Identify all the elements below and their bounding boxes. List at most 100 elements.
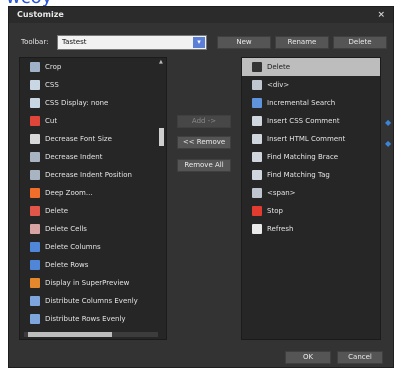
- command-label: Delete: [267, 63, 290, 71]
- command-label: Decrease Indent Position: [45, 171, 132, 179]
- move-down-icon[interactable]: ◆: [385, 139, 391, 148]
- command-label: Cut: [45, 117, 58, 125]
- command-label: <span>: [267, 189, 296, 197]
- command-label: Delete: [45, 207, 68, 215]
- close-icon[interactable]: ×: [377, 7, 385, 23]
- command-label: CSS Display: none: [45, 99, 109, 107]
- command-label: Insert CSS Comment: [267, 117, 340, 125]
- new-toolbar-button[interactable]: New: [217, 36, 271, 49]
- available-command-item[interactable]: Crop: [20, 58, 166, 76]
- indent-position-icon: [30, 170, 40, 180]
- remove-button[interactable]: << Remove: [177, 136, 231, 149]
- command-label: Delete Rows: [45, 261, 89, 269]
- available-command-item[interactable]: Decrease Indent: [20, 148, 166, 166]
- command-label: Refresh: [267, 225, 294, 233]
- available-command-item[interactable]: CSS Display: none: [20, 94, 166, 112]
- refresh-icon: [252, 224, 262, 234]
- available-command-item[interactable]: Deep Zoom...: [20, 184, 166, 202]
- dialog-titlebar: Customize ×: [9, 7, 393, 23]
- vscroll-thumb[interactable]: [159, 128, 164, 146]
- toolbar-command-item[interactable]: Stop: [242, 202, 380, 220]
- command-label: CSS: [45, 81, 59, 89]
- command-label: Find Matching Tag: [267, 171, 330, 179]
- tag-icon: [252, 170, 262, 180]
- toolbar-command-item[interactable]: Insert HTML Comment: [242, 130, 380, 148]
- css-icon: [30, 80, 40, 90]
- css-display-icon: [30, 98, 40, 108]
- search-icon: [252, 98, 262, 108]
- outdent-icon: [30, 152, 40, 162]
- command-label: Delete Columns: [45, 243, 101, 251]
- cancel-button[interactable]: Cancel: [337, 351, 383, 364]
- toolbar-command-item[interactable]: Find Matching Tag: [242, 166, 380, 184]
- command-label: Decrease Indent: [45, 153, 103, 161]
- toolbar-commands-list[interactable]: Delete <div> Incremental Search Insert CSS …: [241, 57, 381, 340]
- toolbar-command-item[interactable]: Insert CSS Comment: [242, 112, 380, 130]
- command-label: Incremental Search: [267, 99, 336, 107]
- command-label: Find Matching Brace: [267, 153, 339, 161]
- remove-all-button[interactable]: Remove All: [177, 159, 231, 172]
- customize-dialog: Customize × Toolbar: Tastest ▾ New Renam…: [8, 6, 394, 368]
- toolbar-label: Toolbar:: [21, 38, 49, 46]
- available-command-item[interactable]: Delete Columns: [20, 238, 166, 256]
- toolbar-select[interactable]: Tastest ▾: [57, 35, 207, 50]
- toolbar-command-item[interactable]: Delete: [242, 58, 380, 76]
- delete-toolbar-button[interactable]: Delete: [333, 36, 387, 49]
- hscroll-thumb[interactable]: [28, 332, 112, 337]
- div-icon: [252, 80, 262, 90]
- command-label: Deep Zoom...: [45, 189, 93, 197]
- command-label: Display in SuperPreview: [45, 279, 130, 287]
- command-label: Insert HTML Comment: [267, 135, 346, 143]
- dialog-title: Customize: [17, 10, 64, 19]
- html-comment-icon: [252, 134, 262, 144]
- x-icon: [252, 62, 262, 72]
- available-command-item[interactable]: Delete Cells: [20, 220, 166, 238]
- available-list-vscrollbar[interactable]: ▲: [159, 58, 164, 331]
- available-list-hscrollbar[interactable]: [24, 332, 158, 337]
- available-command-item[interactable]: Distribute Columns Evenly: [20, 292, 166, 310]
- command-label: Delete Cells: [45, 225, 87, 233]
- command-label: Distribute Rows Evenly: [45, 315, 126, 323]
- chevron-down-icon[interactable]: ▾: [193, 37, 205, 48]
- zoom-icon: [30, 188, 40, 198]
- ok-button[interactable]: OK: [285, 351, 331, 364]
- command-label: <div>: [267, 81, 290, 89]
- span-icon: [252, 188, 262, 198]
- scroll-up-icon[interactable]: ▲: [159, 60, 164, 65]
- toolbar-command-item[interactable]: Find Matching Brace: [242, 148, 380, 166]
- table-columns-icon: [30, 242, 40, 252]
- stop-icon: [252, 206, 262, 216]
- command-label: Stop: [267, 207, 283, 215]
- delete-icon: [30, 206, 40, 216]
- command-label: Crop: [45, 63, 62, 71]
- table-cells-icon: [30, 224, 40, 234]
- brace-icon: [252, 152, 262, 162]
- command-label: Distribute Columns Evenly: [45, 297, 138, 305]
- rename-toolbar-button[interactable]: Rename: [275, 36, 329, 49]
- superpreview-icon: [30, 278, 40, 288]
- move-up-icon[interactable]: ◆: [385, 118, 391, 127]
- available-command-item[interactable]: Display in SuperPreview: [20, 274, 166, 292]
- columns-even-icon: [30, 296, 40, 306]
- table-rows-icon: [30, 260, 40, 270]
- toolbar-command-item[interactable]: <div>: [242, 76, 380, 94]
- available-command-item[interactable]: Decrease Font Size: [20, 130, 166, 148]
- available-command-item[interactable]: CSS: [20, 76, 166, 94]
- available-command-item[interactable]: Cut: [20, 112, 166, 130]
- toolbar-command-item[interactable]: Refresh: [242, 220, 380, 238]
- add-button[interactable]: Add ->: [177, 115, 231, 128]
- scissors-icon: [30, 116, 40, 126]
- toolbar-command-item[interactable]: <span>: [242, 184, 380, 202]
- available-command-item[interactable]: Decrease Indent Position: [20, 166, 166, 184]
- css-comment-icon: [252, 116, 262, 126]
- available-command-item[interactable]: Delete Rows: [20, 256, 166, 274]
- available-commands-list[interactable]: Crop CSS CSS Display: none Cut Decrease Font…: [19, 57, 167, 340]
- crop-icon: [30, 62, 40, 72]
- available-command-item[interactable]: Delete: [20, 202, 166, 220]
- toolbar-selected-value: Tastest: [62, 38, 87, 46]
- font-size-icon: [30, 134, 40, 144]
- rows-even-icon: [30, 314, 40, 324]
- available-command-item[interactable]: Distribute Rows Evenly: [20, 310, 166, 328]
- toolbar-command-item[interactable]: Incremental Search: [242, 94, 380, 112]
- command-label: Decrease Font Size: [45, 135, 112, 143]
